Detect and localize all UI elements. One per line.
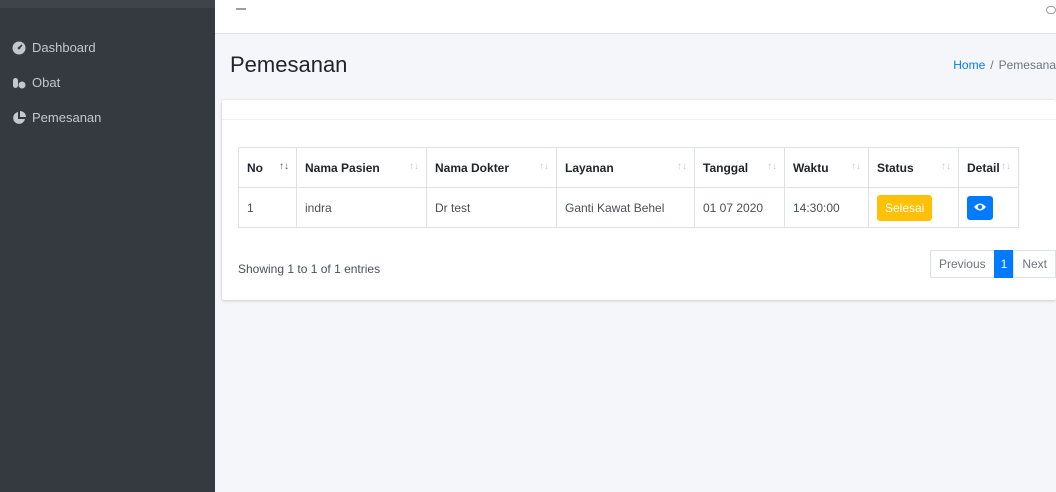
- column-header-label: Waktu: [793, 160, 829, 175]
- cell-nama-pasien: indra: [296, 187, 427, 228]
- sort-icon: ↑↓: [941, 161, 951, 172]
- cell-tanggal: 01 07 2020: [694, 187, 785, 228]
- card-header: [222, 100, 1056, 120]
- menu-toggle-icon[interactable]: [236, 8, 246, 10]
- column-header-no[interactable]: No ↑↓: [238, 147, 297, 188]
- table-header-row: No ↑↓ Nama Pasien ↑↓ Nama Dokter ↑↓ Layanan…: [238, 147, 1019, 188]
- sort-icon: ↑↓: [409, 161, 419, 172]
- sidebar-item-obat[interactable]: Obat: [12, 75, 60, 90]
- breadcrumb-home-link[interactable]: Home: [953, 58, 985, 72]
- orders-table: No ↑↓ Nama Pasien ↑↓ Nama Dokter ↑↓ Layanan…: [238, 147, 1019, 228]
- column-header-label: Nama Dokter: [435, 160, 510, 175]
- orders-card: No ↑↓ Nama Pasien ↑↓ Nama Dokter ↑↓ Layanan…: [222, 100, 1056, 300]
- detail-button[interactable]: [967, 195, 993, 220]
- pills-icon: [12, 76, 26, 90]
- breadcrumb-separator: /: [990, 58, 994, 72]
- column-header-label: Layanan: [565, 160, 614, 175]
- cell-detail: [958, 187, 1019, 228]
- column-header-label: Tanggal: [703, 160, 749, 175]
- eye-icon: [973, 201, 987, 215]
- column-header-layanan[interactable]: Layanan ↑↓: [556, 147, 695, 188]
- sidebar-item-label: Obat: [32, 75, 61, 90]
- next-page-button[interactable]: Next: [1013, 250, 1056, 278]
- column-header-waktu[interactable]: Waktu ↑↓: [784, 147, 869, 188]
- cell-waktu: 14:30:00: [784, 187, 869, 228]
- dashboard-gauge-icon: [12, 41, 26, 55]
- previous-page-button[interactable]: Previous: [929, 250, 995, 278]
- column-header-tanggal[interactable]: Tanggal ↑↓: [694, 147, 785, 188]
- sidebar-item-label: Dashboard: [32, 40, 96, 55]
- sidebar-item-label: Pemesanan: [32, 110, 102, 125]
- breadcrumb-current: Pemesana: [998, 58, 1056, 72]
- fullscreen-icon[interactable]: [1046, 6, 1056, 14]
- sort-icon: ↑↓: [767, 161, 777, 172]
- column-header-nama-pasien[interactable]: Nama Pasien ↑↓: [296, 147, 427, 188]
- cell-layanan: Ganti Kawat Behel: [556, 187, 695, 228]
- sort-icon: ↑↓: [851, 161, 861, 172]
- page-title: Pemesanan: [230, 52, 348, 77]
- sort-icon: ↑↓: [539, 161, 549, 172]
- sidebar-top-divider: [0, 0, 215, 8]
- chart-pie-icon: [12, 110, 26, 125]
- sidebar-item-dashboard[interactable]: Dashboard: [12, 40, 96, 55]
- column-header-detail[interactable]: Detail ↑↓: [958, 147, 1019, 188]
- column-header-label: Nama Pasien: [305, 160, 380, 175]
- table-row: 1 indra Dr test Ganti Kawat Behel 01 07 …: [238, 187, 1019, 228]
- sidebar-item-pemesanan[interactable]: Pemesanan: [12, 110, 101, 125]
- breadcrumb: Home / Pemesana: [953, 58, 1056, 72]
- sort-icon: ↑↓: [1001, 161, 1011, 172]
- pagination: Previous 1 Next: [929, 250, 1056, 278]
- sidebar: Dashboard Obat Pemesanan: [0, 0, 215, 492]
- column-header-label: Detail: [967, 160, 1000, 175]
- status-button[interactable]: Selesai: [877, 194, 933, 221]
- sort-asc-icon: ↑↓: [279, 161, 289, 172]
- cell-status: Selesai: [868, 187, 959, 228]
- column-header-label: No: [247, 160, 263, 175]
- column-header-nama-dokter[interactable]: Nama Dokter ↑↓: [426, 147, 557, 188]
- cell-nama-dokter: Dr test: [426, 187, 557, 228]
- cell-no: 1: [238, 187, 297, 228]
- top-navbar: [215, 0, 1056, 34]
- column-header-label: Status: [877, 160, 914, 175]
- sort-icon: ↑↓: [677, 161, 687, 172]
- table-info: Showing 1 to 1 of 1 entries: [238, 262, 381, 276]
- page-1-button[interactable]: 1: [993, 250, 1015, 278]
- column-header-status[interactable]: Status ↑↓: [868, 147, 959, 188]
- content-header: Pemesanan Home / Pemesana: [215, 34, 1056, 104]
